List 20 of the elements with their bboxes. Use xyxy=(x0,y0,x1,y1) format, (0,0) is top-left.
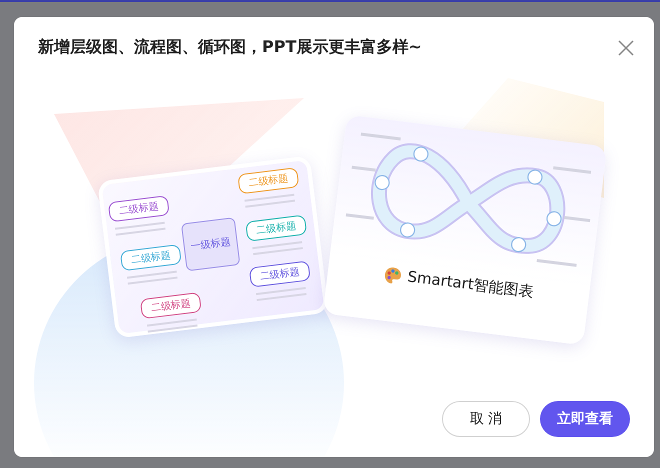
close-icon xyxy=(618,40,634,56)
text-line-drawing xyxy=(146,318,198,333)
close-button[interactable] xyxy=(618,40,634,56)
branch-node: 二级标题 xyxy=(248,260,311,288)
branch-node: 二级标题 xyxy=(140,292,202,320)
palette-icon xyxy=(382,265,403,286)
text-line-drawing xyxy=(126,270,178,285)
view-now-button[interactable]: 立即查看 xyxy=(540,401,630,437)
text-line-drawing xyxy=(252,241,303,256)
text-line-drawing xyxy=(256,287,307,302)
text-line-drawing xyxy=(114,222,166,236)
dialog-title: 新增层级图、流程图、循环图，PPT展示更丰富多样~ xyxy=(38,37,422,58)
cancel-button[interactable]: 取 消 xyxy=(442,401,530,437)
branch-node: 二级标题 xyxy=(108,195,170,222)
chart-caption: Smartart智能图表 xyxy=(406,267,534,302)
text-line-drawing xyxy=(244,194,296,208)
branch-node: 二级标题 xyxy=(237,167,300,194)
root-node: 一级标题 xyxy=(180,217,240,272)
branch-node: 二级标题 xyxy=(120,244,182,272)
branch-node: 二级标题 xyxy=(245,214,308,242)
